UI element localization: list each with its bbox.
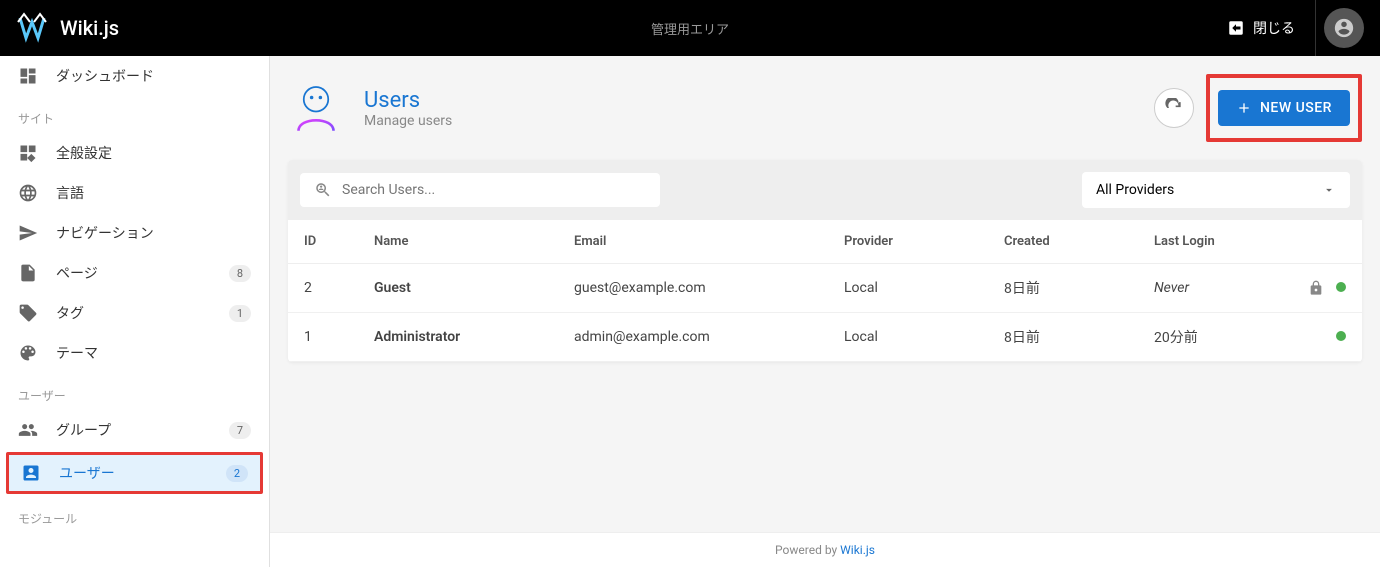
header-center-label: 管理用エリア (651, 19, 729, 38)
sidebar-badge: 1 (229, 305, 251, 322)
palette-icon (18, 343, 38, 363)
sidebar-item-label: ユーザー (59, 463, 208, 483)
sidebar-badge: 2 (226, 465, 248, 482)
sidebar-item-navigation[interactable]: ナビゲーション (0, 213, 269, 253)
lock-icon (1308, 280, 1324, 296)
sidebar-item-tags[interactable]: タグ 1 (0, 293, 269, 333)
search-box (300, 173, 660, 207)
sidebar-item-label: グループ (56, 420, 211, 440)
cell-status (1292, 264, 1362, 313)
dashboard-icon (18, 66, 38, 86)
sidebar-item-label: テーマ (56, 343, 251, 363)
sidebar-item-label: ページ (56, 263, 211, 283)
sidebar-section-site: サイト (0, 96, 269, 133)
app-brand: Wiki.js (60, 16, 119, 40)
app-header: Wiki.js 管理用エリア 閉じる (0, 0, 1380, 56)
cell-provider: Local (828, 264, 988, 313)
cell-name: Administrator (358, 313, 558, 362)
sidebar-badge: 8 (229, 265, 251, 282)
table-row[interactable]: 2Guestguest@example.comLocal8日前Never (288, 264, 1362, 313)
search-person-icon (314, 181, 332, 199)
page-icon (18, 263, 38, 283)
filter-row: All Providers (288, 160, 1362, 220)
footer: Powered by Wiki.js (270, 532, 1380, 567)
account-button[interactable] (1324, 8, 1364, 48)
sidebar-item-pages[interactable]: ページ 8 (0, 253, 269, 293)
header-divider (1315, 0, 1316, 56)
sidebar-item-theme[interactable]: テーマ (0, 333, 269, 373)
search-input[interactable] (342, 182, 646, 198)
refresh-icon (1164, 98, 1184, 118)
widgets-icon (18, 143, 38, 163)
sidebar-section-modules: モジュール (0, 496, 269, 533)
footer-text: Powered by (775, 543, 840, 557)
th-id: ID (288, 220, 358, 264)
close-button[interactable]: 閉じる (1215, 10, 1307, 46)
sidebar-item-users[interactable]: ユーザー 2 (9, 455, 260, 491)
users-card: All Providers ID Name Email Provider Cre… (288, 160, 1362, 362)
navigation-icon (18, 223, 38, 243)
th-created: Created (988, 220, 1138, 264)
plus-icon (1236, 100, 1252, 116)
users-page-icon (288, 80, 344, 136)
page-header: Users Manage users NEW USER (288, 74, 1362, 142)
cell-id: 2 (288, 264, 358, 313)
cell-email: admin@example.com (558, 313, 828, 362)
cell-provider: Local (828, 313, 988, 362)
cell-email: guest@example.com (558, 264, 828, 313)
tag-icon (18, 303, 38, 323)
page-title: Users (364, 88, 1134, 113)
sidebar-item-groups[interactable]: グループ 7 (0, 410, 269, 450)
sidebar: ダッシュボード サイト 全般設定 言語 ナビゲーション ページ 8 タグ 1 テ… (0, 56, 270, 567)
sidebar-item-users-highlight: ユーザー 2 (6, 452, 263, 494)
chevron-down-icon (1322, 183, 1336, 197)
page-actions: NEW USER (1154, 74, 1362, 142)
status-dot-icon (1336, 282, 1346, 292)
th-provider: Provider (828, 220, 988, 264)
groups-icon (18, 420, 38, 440)
app-logo-icon (16, 12, 48, 44)
sidebar-item-label: タグ (56, 303, 211, 323)
cell-created: 8日前 (988, 313, 1138, 362)
main-content: Users Manage users NEW USER (270, 56, 1380, 567)
sidebar-badge: 7 (229, 422, 251, 439)
new-user-label: NEW USER (1260, 100, 1332, 116)
th-email: Email (558, 220, 828, 264)
cell-status (1292, 313, 1362, 362)
user-icon (21, 463, 41, 483)
th-last-login: Last Login (1138, 220, 1292, 264)
exit-icon (1227, 19, 1245, 37)
new-user-highlight: NEW USER (1206, 74, 1362, 142)
sidebar-item-label: ダッシュボード (56, 66, 251, 86)
new-user-button[interactable]: NEW USER (1218, 90, 1350, 126)
refresh-button[interactable] (1154, 88, 1194, 128)
sidebar-item-language[interactable]: 言語 (0, 173, 269, 213)
close-label: 閉じる (1253, 18, 1295, 38)
table-row[interactable]: 1Administratoradmin@example.comLocal8日前2… (288, 313, 1362, 362)
footer-link[interactable]: Wiki.js (840, 543, 875, 557)
sidebar-item-general[interactable]: 全般設定 (0, 133, 269, 173)
sidebar-section-users: ユーザー (0, 373, 269, 410)
cell-id: 1 (288, 313, 358, 362)
status-dot-icon (1336, 331, 1346, 341)
header-left: Wiki.js (16, 12, 119, 44)
page-subtitle: Manage users (364, 113, 1134, 129)
globe-icon (18, 183, 38, 203)
page-titles: Users Manage users (364, 88, 1134, 129)
sidebar-item-label: 全般設定 (56, 143, 251, 163)
provider-label: All Providers (1096, 182, 1174, 198)
cell-created: 8日前 (988, 264, 1138, 313)
users-table: ID Name Email Provider Created Last Logi… (288, 220, 1362, 362)
sidebar-item-dashboard[interactable]: ダッシュボード (0, 56, 269, 96)
account-icon (1333, 17, 1355, 39)
th-name: Name (358, 220, 558, 264)
cell-name: Guest (358, 264, 558, 313)
sidebar-item-label: 言語 (56, 183, 251, 203)
cell-last-login: 20分前 (1138, 313, 1292, 362)
header-right: 閉じる (1215, 0, 1364, 56)
provider-select[interactable]: All Providers (1082, 172, 1350, 208)
sidebar-item-label: ナビゲーション (56, 223, 251, 243)
cell-last-login: Never (1138, 264, 1292, 313)
